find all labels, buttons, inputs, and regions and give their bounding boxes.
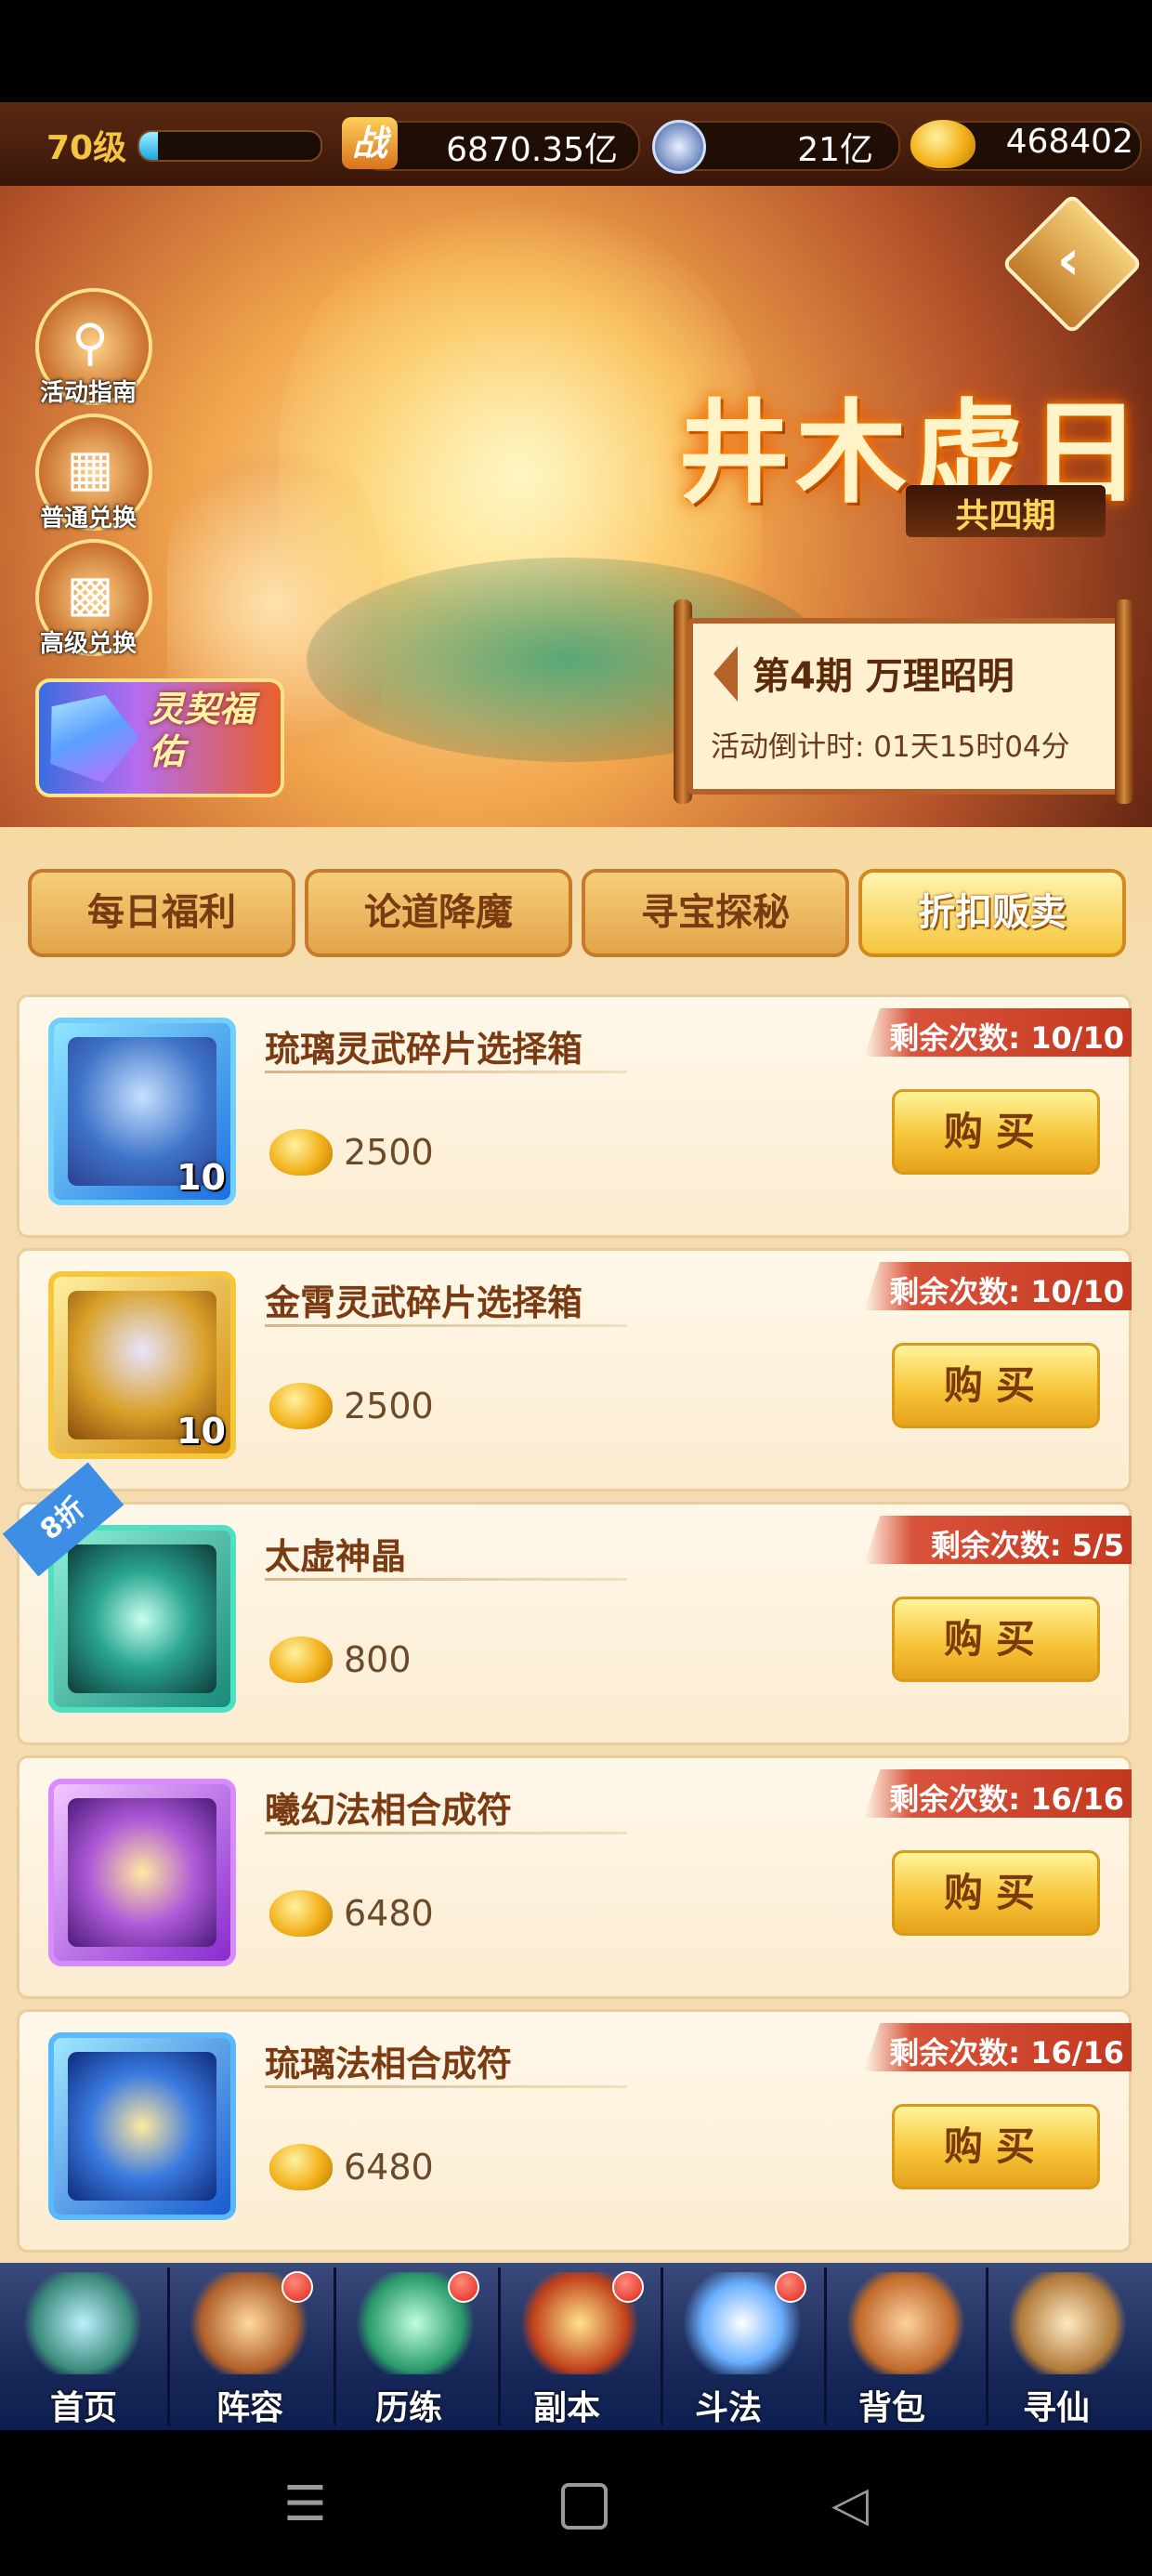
scroll-map-icon (1007, 2272, 1128, 2374)
remaining-count: 剩余次数: 10/10 (889, 1274, 1124, 1309)
remaining-count: 剩余次数: 10/10 (889, 1020, 1124, 1056)
pact-blessing-label: 灵契福佑 (149, 689, 255, 772)
nav-label: 首页 (49, 2389, 117, 2427)
silver-value: 21亿 (797, 131, 873, 169)
item-price: 6480 (344, 1893, 434, 1934)
xp-bar (137, 130, 322, 162)
normal-exchange-label: 普通兑换 (39, 505, 137, 532)
item-price: 800 (344, 1639, 412, 1680)
nav-training[interactable]: 历练 (336, 2267, 496, 2427)
nav-dungeon[interactable]: 副本 (501, 2267, 661, 2427)
remaining-count: 剩余次数: 5/5 (930, 1528, 1124, 1563)
nav-label: 斗法 (694, 2389, 762, 2427)
purple-talisman-icon (68, 1798, 216, 1947)
nav-lineup[interactable]: 阵容 (170, 2267, 330, 2427)
back-triangle-icon[interactable]: ◁ (831, 2477, 869, 2532)
nav-home[interactable]: 首页 (4, 2267, 164, 2427)
divider (265, 1071, 627, 1073)
divider (265, 1324, 627, 1327)
gold-ingot-icon (269, 1129, 333, 1176)
buy-button[interactable]: 购买 (892, 2104, 1100, 2189)
buy-button[interactable]: 购买 (892, 1089, 1100, 1175)
advanced-exchange-label: 高级兑换 (39, 630, 137, 658)
item-price: 6480 (344, 2147, 434, 2188)
item-count: 10 (177, 1157, 226, 1198)
xp-bar-fill (139, 132, 158, 160)
menu-icon[interactable]: ☰ (283, 2477, 327, 2532)
tab-discount-sale[interactable]: 折扣贩卖 (858, 869, 1126, 957)
notification-dot (281, 2271, 313, 2303)
bag-icon (845, 2272, 966, 2374)
power-value: 6870.35亿 (446, 131, 618, 169)
event-countdown: 活动倒计时: 01天15时04分 (711, 730, 1070, 764)
tab-treasure-hunt[interactable]: 寻宝探秘 (582, 869, 849, 957)
item-name: 太虚神晶 (265, 1536, 407, 1577)
buy-button[interactable]: 购买 (892, 1597, 1100, 1682)
notification-dot (612, 2271, 644, 2303)
item-count: 10 (177, 1411, 226, 1452)
gold-ingot-icon (269, 1636, 333, 1683)
divider (265, 1578, 627, 1581)
player-level: 70级 (46, 129, 127, 167)
home-square-icon[interactable] (561, 2483, 608, 2530)
nav-arena[interactable]: 斗法 (663, 2267, 823, 2427)
gold-ingot-icon (269, 1383, 333, 1429)
silver-coin-icon (652, 120, 706, 174)
divider (265, 1832, 627, 1834)
item-price: 2500 (344, 1386, 434, 1426)
item-price: 2500 (344, 1132, 434, 1173)
period-scroll (687, 618, 1131, 795)
back-arrow-icon: ‹ (1056, 228, 1080, 293)
buy-button[interactable]: 购买 (892, 1343, 1100, 1428)
prev-period-arrow-icon[interactable] (713, 646, 738, 702)
scroll-rod-right (1115, 599, 1133, 804)
crystal-star-icon (68, 1544, 216, 1693)
notification-dot (448, 2271, 479, 2303)
gold-ingot-icon (269, 1890, 333, 1937)
home-mountain-icon (22, 2272, 143, 2374)
divider (265, 2085, 627, 2088)
nav-label: 背包 (857, 2389, 925, 2427)
nav-label: 阵容 (216, 2389, 283, 2427)
tab-daily-welfare[interactable]: 每日福利 (28, 869, 295, 957)
item-name: 曦幻法相合成符 (265, 1790, 513, 1831)
blue-talisman-icon (68, 2052, 216, 2201)
gold-ingot-icon (910, 120, 975, 168)
gold-value: 468402 (1005, 123, 1133, 161)
power-icon: 战 (342, 117, 398, 169)
tab-demon-subdue[interactable]: 论道降魔 (305, 869, 572, 957)
event-subtitle: 共四期 (955, 497, 1056, 535)
gold-ingot-icon (269, 2144, 333, 2190)
item-name: 琉璃法相合成符 (265, 2044, 513, 2084)
nav-label: 副本 (532, 2389, 600, 2427)
item-name: 琉璃灵武碎片选择箱 (265, 1029, 583, 1070)
event-guide-label: 活动指南 (39, 379, 137, 407)
nav-bag[interactable]: 背包 (827, 2267, 987, 2427)
remaining-count: 剩余次数: 16/16 (889, 2035, 1124, 2070)
item-name: 金霄灵武碎片选择箱 (265, 1282, 583, 1323)
nav-label: 历练 (374, 2389, 442, 2427)
period-title: 第4期 万理昭明 (753, 655, 1015, 698)
nav-seek-immortal[interactable]: 寻仙 (988, 2267, 1148, 2427)
notification-dot (775, 2271, 806, 2303)
remaining-count: 剩余次数: 16/16 (889, 1781, 1124, 1817)
nav-label: 寻仙 (1022, 2389, 1090, 2427)
buy-button[interactable]: 购买 (892, 1850, 1100, 1936)
